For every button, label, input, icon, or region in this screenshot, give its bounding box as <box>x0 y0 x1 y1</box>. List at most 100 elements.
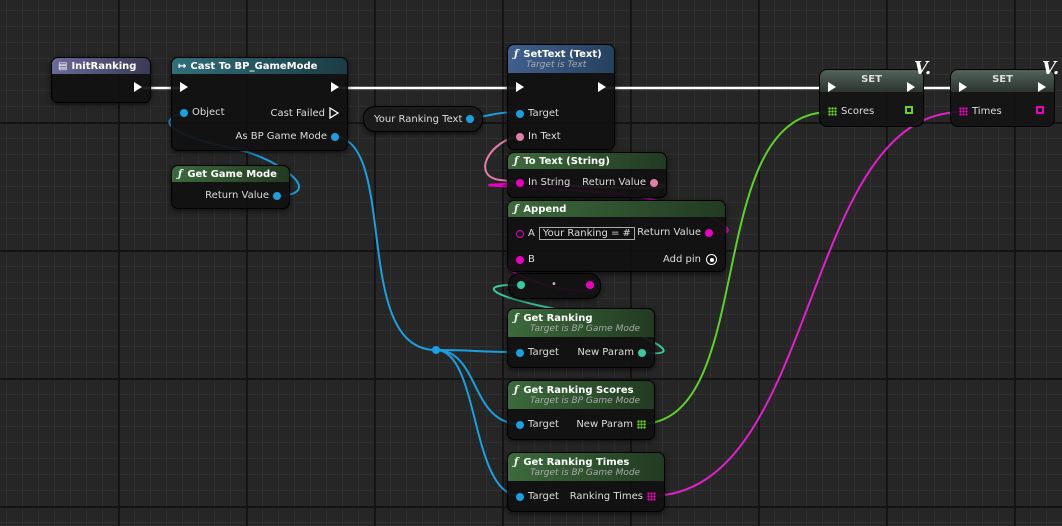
variable-marker-icon: V. <box>914 58 932 79</box>
target-row: Target <box>512 347 559 358</box>
exec-in-pin[interactable] <box>516 82 524 92</box>
exec-out-pin[interactable] <box>134 82 142 92</box>
new-param-row: New Param <box>577 347 650 358</box>
return-value-pin[interactable] <box>705 228 713 237</box>
return-value-label: Return Value <box>205 190 269 201</box>
function-icon: ƒ <box>514 312 519 324</box>
return-value-row: Return Value <box>205 190 285 201</box>
get-game-mode-node[interactable]: ƒ Get Game Mode Return Value <box>171 165 290 209</box>
as-bp-game-mode-pin[interactable] <box>331 132 339 141</box>
exec-out-pin[interactable] <box>1038 82 1046 92</box>
target-pin[interactable] <box>516 492 524 501</box>
get-ranking-scores-title: Get Ranking Scores <box>523 384 634 396</box>
ranking-times-row: Ranking Times <box>570 491 660 502</box>
function-icon: ƒ <box>178 168 183 180</box>
target-row: Target <box>512 491 559 502</box>
in-text-row: In Text <box>512 131 561 142</box>
cast-failed-label: Cast Failed <box>270 107 325 119</box>
object-input-pin[interactable] <box>180 108 188 117</box>
to-text-title: To Text (String) <box>523 155 610 167</box>
variable-marker-icon: V. <box>1042 58 1060 79</box>
set-scores-node[interactable]: SET Scores <box>819 69 924 127</box>
blueprint-graph-canvas[interactable]: ▤ InitRanking ↦ Cast To BP_GameMode Obje… <box>0 0 1062 526</box>
target-label: Target <box>528 491 559 502</box>
reroute-knot[interactable] <box>432 346 440 354</box>
in-string-pin[interactable] <box>516 178 524 187</box>
exec-in-pin[interactable] <box>180 82 188 92</box>
array-grid-icon[interactable] <box>959 107 968 116</box>
set-text-subtitle: Target is Text <box>526 59 587 70</box>
set-text-node[interactable]: ƒ SetText (Text) Target is Text Target In… <box>507 44 615 150</box>
ranking-times-label: Ranking Times <box>569 491 643 502</box>
conversion-in-row <box>513 281 529 289</box>
append-title: Append <box>523 203 567 215</box>
return-value-pin[interactable] <box>273 191 281 200</box>
set-text-header: ƒ SetText (Text) Target is Text <box>508 45 614 73</box>
target-pin[interactable] <box>516 109 524 118</box>
in-text-pin[interactable] <box>516 132 524 141</box>
array-out-pin[interactable] <box>905 106 913 114</box>
array-grid-icon[interactable] <box>828 107 837 116</box>
object-pin-row: Object <box>176 107 225 118</box>
exec-out-row <box>594 82 610 92</box>
init-ranking-header: ▤ InitRanking <box>52 58 150 74</box>
get-ranking-times-title: Get Ranking Times <box>523 456 630 468</box>
cast-to-bp-gamemode-node[interactable]: ↦ Cast To BP_GameMode Object Cast Failed… <box>171 57 348 151</box>
exec-out-pin[interactable] <box>331 82 339 92</box>
a-pin[interactable] <box>516 229 524 238</box>
exec-out-row <box>1034 82 1050 92</box>
get-game-mode-title: Get Game Mode <box>187 168 277 180</box>
get-ranking-times-header: ƒ Get Ranking Times Target is BP Game Mod… <box>508 453 664 481</box>
your-ranking-text-pin[interactable] <box>466 115 475 123</box>
a-input[interactable]: Your Ranking = # <box>538 227 635 240</box>
in-text-label: In Text <box>528 131 561 142</box>
b-pin[interactable] <box>516 255 524 264</box>
array-out-pin[interactable] <box>1036 106 1044 114</box>
to-text-string-node[interactable]: ƒ To Text (String) In String Return Valu… <box>507 152 667 198</box>
cast-failed-row: Cast Failed <box>271 107 343 119</box>
conversion-in-pin[interactable] <box>517 281 525 289</box>
array-grid-icon[interactable] <box>637 420 646 429</box>
get-ranking-scores-node[interactable]: ƒ Get Ranking Scores Target is BP Game Mo… <box>507 380 655 440</box>
cast-icon: ↦ <box>178 60 187 72</box>
target-row: Target <box>512 419 559 430</box>
append-node[interactable]: ƒ Append A Your Ranking = # Return Value… <box>507 200 726 272</box>
init-ranking-event-node[interactable]: ▤ InitRanking <box>51 57 151 103</box>
conversion-out-pin[interactable] <box>586 281 594 289</box>
your-ranking-text-variable[interactable]: Your Ranking Text <box>363 106 484 132</box>
get-ranking-scores-subtitle: Target is BP Game Mode <box>530 395 641 406</box>
name-to-string-conversion-node[interactable]: • <box>508 273 601 299</box>
get-ranking-header: ƒ Get Ranking Target is BP Game Mode <box>508 309 654 337</box>
append-header: ƒ Append <box>508 201 725 217</box>
exec-out-pin[interactable] <box>598 82 606 92</box>
cast-failed-exec-icon[interactable] <box>328 107 340 119</box>
return-value-label: Return Value <box>637 227 701 238</box>
get-ranking-title: Get Ranking <box>523 312 593 324</box>
exec-out-pin[interactable] <box>907 82 915 92</box>
b-row: B <box>512 254 535 265</box>
add-pin-row[interactable]: Add pin <box>663 254 717 265</box>
target-pin[interactable] <box>516 348 524 357</box>
array-grid-icon[interactable] <box>647 492 656 501</box>
new-param-pin[interactable] <box>638 348 646 357</box>
exec-in-pin[interactable] <box>959 82 967 92</box>
get-ranking-times-node[interactable]: ƒ Get Ranking Times Target is BP Game Mod… <box>507 452 665 512</box>
exec-out-row <box>903 82 919 92</box>
exec-in-row <box>512 82 528 92</box>
exec-in-row <box>176 82 192 92</box>
new-param-label: New Param <box>577 347 634 358</box>
set-times-node[interactable]: SET Times <box>950 69 1055 127</box>
return-value-pin[interactable] <box>650 178 658 187</box>
init-ranking-title: InitRanking <box>71 60 137 72</box>
as-bp-game-mode-row: As BP Game Mode <box>236 131 344 142</box>
exec-in-pin[interactable] <box>828 82 836 92</box>
in-string-label: In String <box>528 177 571 188</box>
set-text-title: SetText (Text) <box>523 48 602 60</box>
get-ranking-node[interactable]: ƒ Get Ranking Target is BP Game Mode Targ… <box>507 308 655 368</box>
times-label: Times <box>972 106 1002 117</box>
new-param-label: New Param <box>576 419 633 430</box>
function-icon: ƒ <box>514 203 519 215</box>
add-pin-icon[interactable] <box>706 254 717 265</box>
target-pin[interactable] <box>516 420 524 429</box>
a-label: A <box>528 228 535 239</box>
